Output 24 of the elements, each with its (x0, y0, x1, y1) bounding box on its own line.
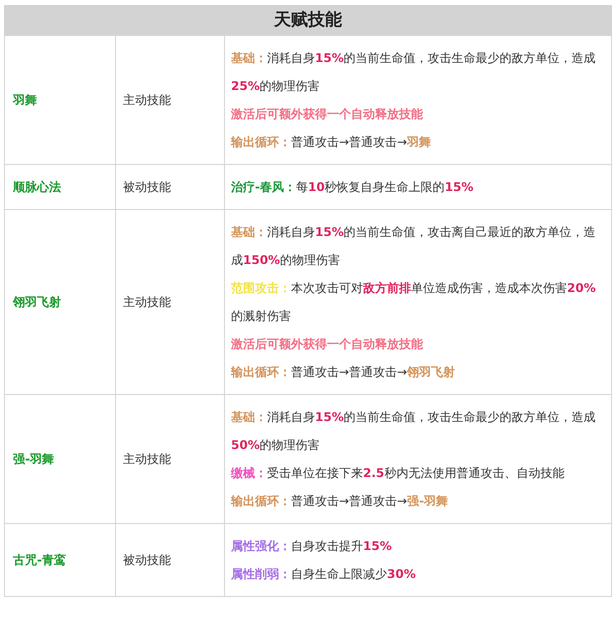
description-line: 范围攻击：本次攻击可对敌方前排单位造成伤害，造成本次伤害20% 的溅射伤害 (231, 280, 597, 325)
description-line: 输出循环：普通攻击→普通攻击→强-羽舞 (231, 493, 450, 510)
skill-type-cell: 被动技能 (116, 164, 224, 210)
skill-name-cell: 古咒-青鸾 (4, 524, 116, 596)
skill-name-cell: 顺脉心法 (4, 164, 116, 210)
skill-type-cell: 被动技能 (116, 524, 224, 596)
description-line: 激活后可额外获得一个自动释放技能 (231, 106, 424, 123)
description-line: 输出循环：普通攻击→普通攻击→翎羽飞射 (231, 364, 456, 381)
description-line: 基础：消耗自身15%的当前生命值，攻击生命最少的敌方单位，造成 50%的物理伤害 (231, 409, 597, 454)
description-line: 基础：消耗自身15%的当前生命值，攻击生命最少的敌方单位，造成 25%的物理伤害 (231, 50, 597, 95)
description-line: 缴械：受击单位在接下来2.5秒内无法使用普通攻击、自动技能 (231, 465, 566, 482)
skill-name-cell: 强-羽舞 (4, 394, 116, 524)
description-line: 激活后可额外获得一个自动释放技能 (231, 336, 424, 353)
skill-type-cell: 主动技能 (116, 210, 224, 394)
description-line: 治疗-春风：每10秒恢复自身生命上限的 15% (231, 179, 474, 196)
description-line: 基础：消耗自身15%的当前生命值，攻击离自己最近的敌方单位，造成150%的物理伤害 (231, 224, 597, 269)
description-line: 输出循环：普通攻击→普通攻击→羽舞 (231, 134, 432, 151)
skill-name-cell: 羽舞 (4, 36, 116, 164)
description-line: 属性削弱：自身生命上限减少30% (231, 566, 417, 583)
table-title: 天赋技能 (4, 5, 612, 35)
skill-type-cell: 主动技能 (116, 36, 224, 164)
skill-name-cell: 翎羽飞射 (4, 210, 116, 394)
description-line: 属性强化：自身攻击提升15% (231, 538, 393, 555)
skill-type-cell: 主动技能 (116, 394, 224, 524)
